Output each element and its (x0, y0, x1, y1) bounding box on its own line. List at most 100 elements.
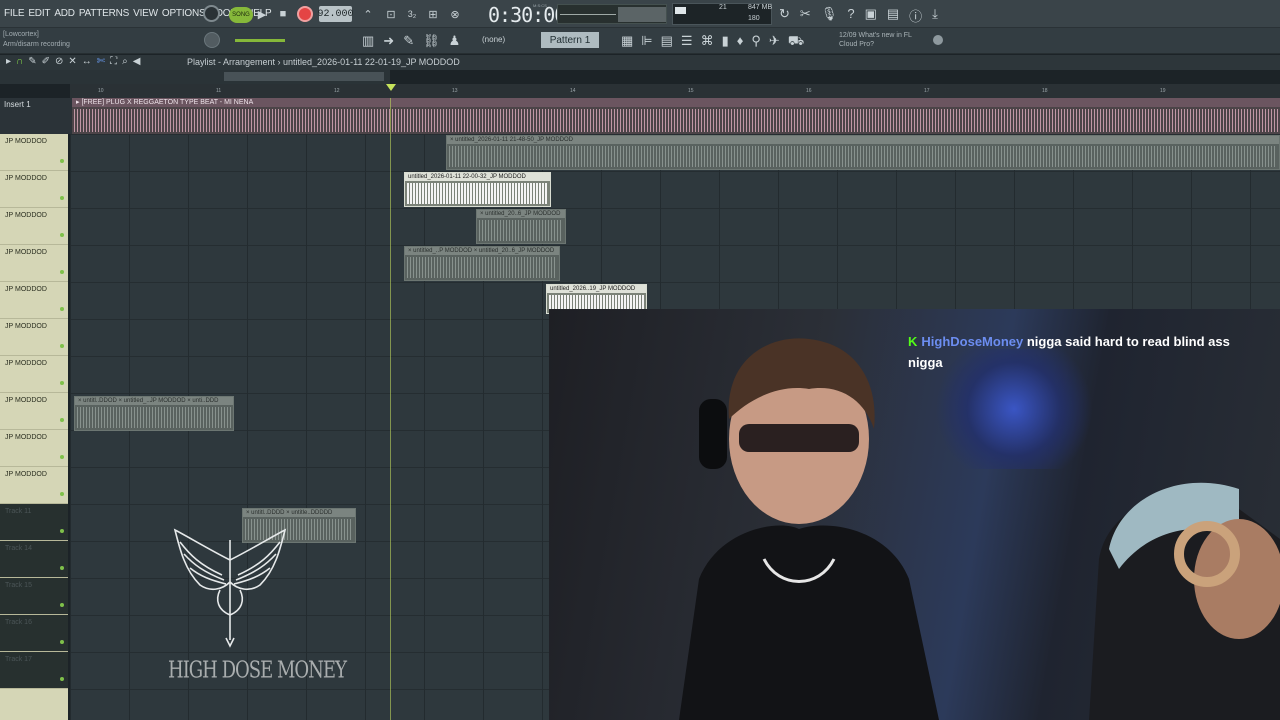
mute-icon[interactable]: ✕ (68, 56, 76, 67)
draw-icon[interactable]: ✎ (28, 56, 36, 67)
countdown-icon[interactable]: 3₂ (404, 7, 420, 21)
stamp-icon[interactable]: ♟ (449, 33, 461, 49)
master-audio-clip[interactable]: ▸ [FREE] PLUG X REGGAETON TYPE BEAT - MI… (72, 98, 1280, 134)
track-enable-led[interactable] (60, 344, 64, 348)
paint-icon[interactable]: ✐ (42, 56, 50, 67)
menu-view[interactable]: VIEW (133, 8, 158, 19)
channel-rack-icon[interactable]: ▤ (661, 33, 673, 51)
track-enable-led[interactable] (60, 159, 64, 163)
save-icon[interactable]: ▣ (865, 6, 877, 25)
slip-icon[interactable]: ↔ (82, 56, 92, 67)
snap-selector[interactable]: (none) (482, 35, 505, 44)
track-header[interactable]: JP MODDOD (0, 467, 68, 504)
delete-icon[interactable]: ⊘ (55, 56, 63, 67)
download-icon[interactable]: ⤓ (932, 6, 938, 25)
audio-clip[interactable]: untitled_2026-01-11 22-00-32_JP MODDOD (404, 172, 551, 207)
time-display: 0:30:00 (488, 3, 566, 27)
track-header[interactable]: Track 16 (0, 615, 68, 652)
plugin-db-icon[interactable]: ♦ (737, 33, 744, 51)
song-mode-toggle[interactable]: SONG (229, 7, 253, 23)
clipboard-icon[interactable]: ▮ (722, 33, 729, 51)
track-enable-led[interactable] (60, 566, 64, 570)
menu-arrow-icon[interactable]: ▸ (6, 56, 11, 67)
track-enable-led[interactable] (60, 381, 64, 385)
piano-icon[interactable]: ▥ (362, 33, 374, 49)
select-icon[interactable]: ⛶ (110, 56, 117, 67)
master-pitch-slider[interactable] (235, 39, 285, 42)
track-enable-led[interactable] (60, 603, 64, 607)
track-enable-led[interactable] (60, 640, 64, 644)
track-header[interactable]: Track 14 (0, 541, 68, 578)
magnet-icon[interactable]: ∩ (16, 56, 23, 67)
record-button[interactable] (297, 6, 313, 22)
plugin-icon[interactable]: ▤ (887, 6, 899, 25)
undo-icon[interactable]: ↻ (779, 6, 790, 25)
slice-icon[interactable]: ✄ (97, 56, 105, 67)
track-enable-led[interactable] (60, 418, 64, 422)
track-enable-led[interactable] (60, 492, 64, 496)
playlist-icon[interactable]: ▦ (621, 33, 633, 51)
timeline-ruler[interactable]: 10 11 12 13 14 15 16 17 18 19 (70, 84, 1280, 98)
track-header[interactable]: JP MODDOD (0, 356, 68, 393)
audio-clip[interactable]: × untitl..DDOD × untitled_..JP MODDOD × … (74, 396, 234, 431)
playhead-marker[interactable] (386, 84, 396, 91)
cart-icon[interactable]: ⛟ (788, 33, 804, 51)
track-header[interactable]: JP MODDOD (0, 430, 68, 467)
track-header[interactable]: Track 15 (0, 578, 68, 615)
blend-notes-icon[interactable]: ⊗ (447, 7, 463, 21)
track-header[interactable]: Track 17 (0, 652, 68, 689)
track-enable-led[interactable] (60, 196, 64, 200)
pencil-icon[interactable]: ✎ (403, 33, 414, 49)
audio-clip[interactable]: × untitled_2026-01-11 21-48-50_JP MODDOD (446, 135, 1280, 170)
track-header[interactable]: JP MODDOD (0, 171, 68, 208)
link-icon[interactable]: ⛓ (423, 33, 440, 49)
piano-roll-icon[interactable]: ⊫ (641, 33, 652, 51)
utility-icons: ↻ ✂ 🎙 ? ▣ ▤ ⓘ ⤓ (779, 6, 938, 25)
track-enable-led[interactable] (60, 455, 64, 459)
master-volume-knob[interactable] (203, 5, 220, 22)
link-cloud-icon[interactable]: ✈ (769, 33, 780, 51)
menu-options[interactable]: OPTIONS (162, 8, 206, 19)
playlist-scrollbar[interactable] (0, 70, 390, 84)
metronome-icon[interactable]: ⌃ (360, 7, 376, 21)
track-enable-led[interactable] (60, 270, 64, 274)
ruler-mark: 13 (452, 88, 458, 94)
master-waveform (74, 109, 1278, 132)
track-header[interactable]: JP MODDOD (0, 282, 68, 319)
info-icon[interactable]: ⓘ (909, 6, 922, 25)
cut-icon[interactable]: ✂ (800, 6, 811, 25)
zoom-icon[interactable]: ⌕ (122, 56, 128, 67)
track-enable-led[interactable] (60, 307, 64, 311)
help-icon[interactable]: ? (847, 6, 854, 25)
browser-icon[interactable]: ⌘ (701, 33, 714, 51)
track-header[interactable]: JP MODDOD (0, 245, 68, 282)
tempo-tap-icon[interactable]: ⚲ (751, 33, 761, 51)
track-header[interactable]: JP MODDOD (0, 134, 68, 171)
loop-record-icon[interactable]: ⊡ (383, 7, 399, 21)
menu-add[interactable]: ADD (54, 8, 75, 19)
audio-clip[interactable]: × untitled_20..6_JP MODDOD (476, 209, 566, 244)
news-panel[interactable]: 12/09 What's new in FL Cloud Pro? (839, 31, 912, 49)
step-edit-icon[interactable]: ⊞ (425, 7, 441, 21)
menu-edit[interactable]: EDIT (28, 8, 50, 19)
track-enable-led[interactable] (60, 233, 64, 237)
track-header[interactable]: JP MODDOD (0, 208, 68, 245)
audio-clip[interactable]: × untitled_..P MODDOD × untitled_20..6_J… (404, 246, 560, 281)
track-enable-led[interactable] (60, 677, 64, 681)
arrow-icon[interactable]: ➜ (383, 33, 394, 49)
speaker-icon[interactable]: ◀ (133, 56, 141, 67)
play-icon[interactable]: ▶ (256, 8, 268, 21)
stop-icon[interactable]: ■ (277, 8, 289, 20)
microphone-icon[interactable]: 🎙 (821, 6, 838, 25)
track-enable-led[interactable] (60, 529, 64, 533)
globe-icon[interactable] (933, 35, 943, 45)
tempo-display[interactable]: 92.000 (318, 6, 354, 22)
track-header[interactable]: JP MODDOD (0, 393, 68, 430)
track-header[interactable]: JP MODDOD (0, 319, 68, 356)
mixer-icon[interactable]: ☰ (681, 33, 693, 51)
menu-file[interactable]: FILE (4, 8, 25, 19)
pitch-knob[interactable] (204, 32, 220, 48)
menu-patterns[interactable]: PATTERNS (79, 8, 129, 19)
pattern-selector[interactable]: Pattern 1 (541, 32, 599, 48)
track-header[interactable]: Track 11 (0, 504, 68, 541)
